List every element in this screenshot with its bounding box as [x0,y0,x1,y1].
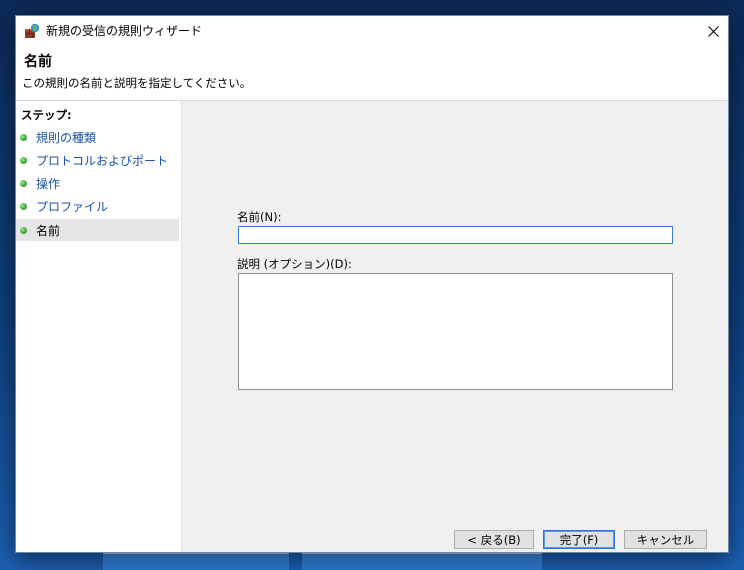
title-bar[interactable]: 新規の受信の規則ウィザード [16,16,728,46]
step-rule-type[interactable]: 規則の種類 [16,126,179,148]
close-icon [707,22,719,41]
green-dot-icon [20,179,27,187]
name-input[interactable] [238,226,673,244]
steps-pane: ステップ: 規則の種類 プロトコルおよびポート 操作 プロファイル 名前 [16,101,182,552]
wizard-window: 新規の受信の規則ウィザード 名前 この規則の名前と説明を指定してください。 ステ… [16,16,728,552]
desktop-tile-right [302,552,542,570]
back-button[interactable]: < 戻る(B) [454,530,534,549]
page-description: この規則の名前と説明を指定してください。 [22,76,252,90]
step-action[interactable]: 操作 [16,172,179,194]
step-label: 名前 [36,223,61,238]
step-label: 規則の種類 [36,130,97,145]
green-dot-icon [20,202,27,210]
finish-button[interactable]: 完了(F) [543,530,615,549]
step-name[interactable]: 名前 [16,219,179,241]
green-dot-icon [20,226,27,234]
wizard-header: 名前 この規則の名前と説明を指定してください。 [16,46,728,101]
close-button[interactable] [698,16,728,46]
step-label: 操作 [36,176,61,191]
step-label: プロトコルおよびポート [36,153,169,168]
firewall-rule-icon [24,23,40,39]
desktop-tile-left [103,552,289,570]
description-input[interactable] [238,273,673,390]
step-protocol-and-ports[interactable]: プロトコルおよびポート [16,149,179,171]
content-pane: 名前(N): 説明 (オプション)(D): < 戻る(B) 完了(F) キャンセ… [182,101,728,552]
name-field-label: 名前(N): [237,210,282,224]
step-label: プロファイル [36,199,109,214]
cancel-button[interactable]: キャンセル [624,530,707,549]
step-profile[interactable]: プロファイル [16,195,179,217]
page-title: 名前 [24,54,52,70]
green-dot-icon [20,133,27,141]
steps-heading: ステップ: [21,108,72,122]
window-title: 新規の受信の規則ウィザード [46,24,203,38]
green-dot-icon [20,156,27,164]
description-field-label: 説明 (オプション)(D): [237,257,352,271]
